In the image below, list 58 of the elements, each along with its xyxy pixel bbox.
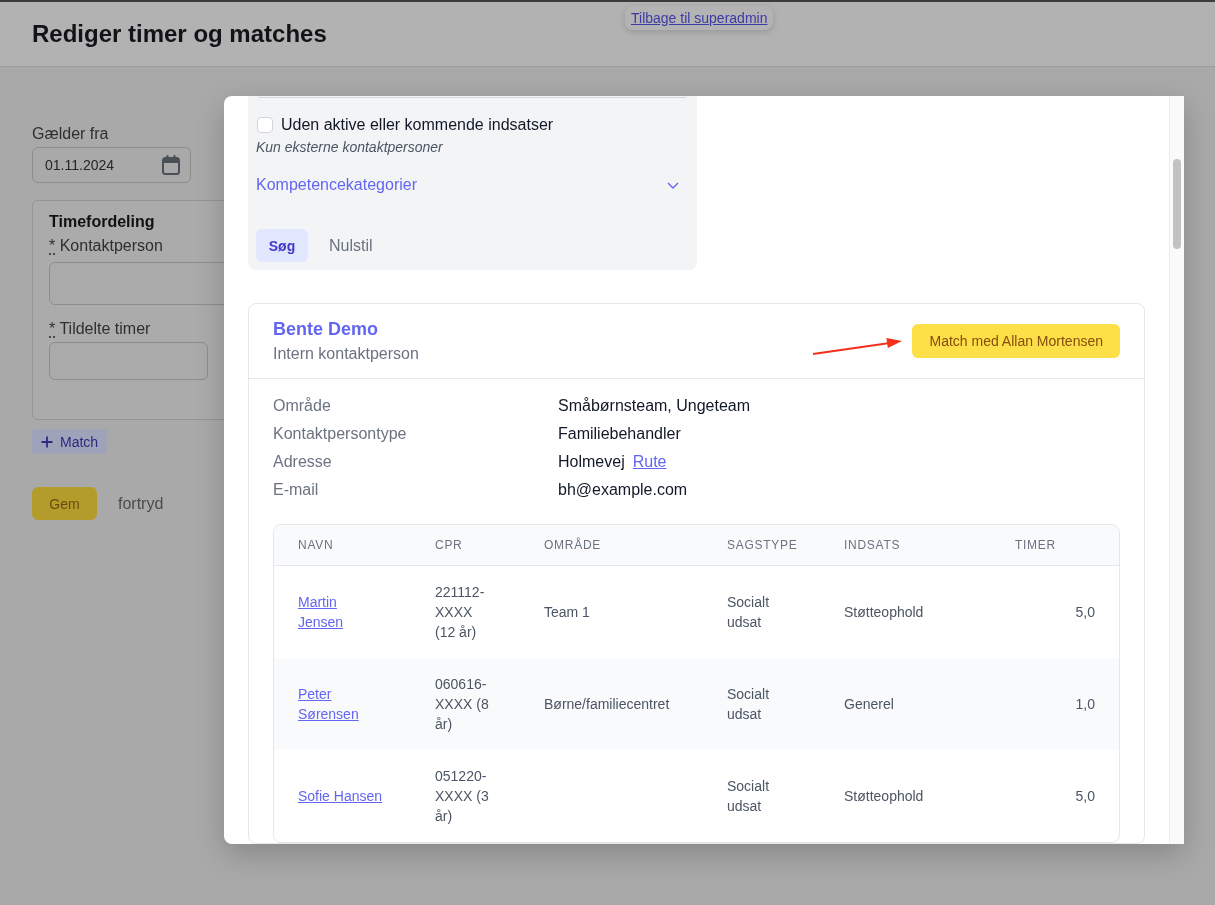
checkbox[interactable] [257,117,273,133]
hint-text: Kun eksterne kontaktpersoner [256,138,444,157]
detail-label: Adresse [273,452,332,472]
accordion-toggle[interactable]: Kompetencekategorier [256,175,689,195]
scrollbar-track[interactable] [1169,96,1184,844]
field-label: * Tildelte timer [49,319,151,339]
column-header: OMRÅDE [544,538,601,552]
route-link[interactable]: Rute [632,448,667,476]
save-button[interactable]: Gem [32,487,97,520]
column-header: CPR [435,538,463,552]
table-cell-text: 051220-XXXX (3 år) [435,767,490,826]
table-cell-text: Socialt udsat [727,685,771,724]
number-input[interactable] [49,342,208,380]
detail-label: Kontaktpersontype [273,424,407,444]
scrollbar-thumb[interactable] [1173,159,1181,249]
detail-value: Holmevej [558,452,625,472]
chevron-icon [667,181,679,189]
person-link[interactable]: Peter Sørensen [298,684,385,724]
checkbox-label: Uden aktive eller kommende indsatser [281,115,554,135]
detail-value: Småbørnsteam, Ungeteam [558,396,751,416]
detail-label: E-mail [273,480,319,500]
match-button[interactable]: Match med Allan Mortensen [912,324,1120,358]
column-header: INDSATS [844,538,901,552]
table-cell-text: 5,0 [1075,787,1095,806]
calendar-icon[interactable] [162,155,180,175]
column-header: SAGSTYPE [727,538,798,552]
detail-value: Familiebehandler [558,424,681,444]
field-label: * Kontaktperson [49,236,163,256]
add-match-button[interactable]: Match [32,429,108,454]
reset-button[interactable]: Nulstil [329,236,373,255]
search-button[interactable]: Søg [256,229,308,262]
table-cell-text: Socialt udsat [727,777,771,816]
page-title: Rediger timer og matches [32,19,327,49]
table-cell-text: Børne/familiecentret [544,695,670,714]
detail-value: bh@example.com [558,480,688,500]
table-cell-text: 221112-XXXX (12 år) [435,583,486,642]
field-label: Gælder fra [32,124,109,144]
table-cell-text: Støtteophold [844,603,924,622]
column-header: NAVN [298,538,334,552]
detail-label: Område [273,396,331,416]
table-cell-text: Team 1 [544,603,590,622]
table-cell-text: Støtteophold [844,787,924,806]
arrow-icon [811,335,903,357]
contact-name: Bente Demo [273,318,379,341]
table-cell-text: Generel [844,695,894,714]
card-title: Timefordeling [49,212,155,232]
table-cell-text: 1,0 [1075,695,1095,714]
contact-role: Intern kontaktperson [273,344,419,364]
plus-icon [41,435,53,448]
table-cell-text: 060616-XXXX (8 år) [435,675,490,734]
table-cell-text: Socialt udsat [727,593,771,632]
date-field[interactable]: 01.11.2024 [32,147,191,183]
cancel-link[interactable]: fortryd [118,494,164,513]
back-link[interactable]: Tilbage til superadmin [625,6,774,30]
person-link[interactable]: Sofie Hansen [298,786,383,806]
column-header: TIMER [1015,538,1056,552]
table-cell-text: 5,0 [1075,603,1095,622]
person-link[interactable]: Martin Jensen [298,592,385,632]
